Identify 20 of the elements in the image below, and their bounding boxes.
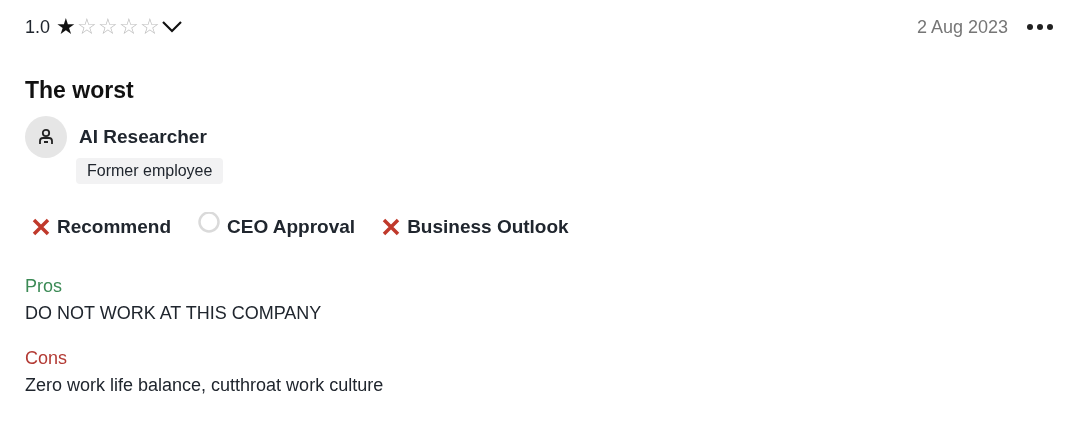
rating-label: Business Outlook xyxy=(407,216,569,238)
cons-text: Zero work life balance, cutthroat work culture xyxy=(25,375,385,396)
rating-label: Recommend xyxy=(57,216,172,238)
star-icon: ☆ xyxy=(98,16,120,38)
avatar-icon xyxy=(25,116,67,158)
star-icon: ★ xyxy=(56,16,78,38)
review-date: 2 Aug 2023 xyxy=(916,16,1008,38)
rating-label: CEO Approval xyxy=(227,216,356,238)
star-icon: ☆ xyxy=(119,16,141,38)
star-icon: ☆ xyxy=(140,16,162,38)
chevron-down-icon[interactable] xyxy=(161,20,184,34)
author-role: AI Researcher xyxy=(79,126,207,148)
star-icon: ☆ xyxy=(77,16,99,38)
pros-heading: Pros xyxy=(25,276,63,297)
rating-value: 1.0 xyxy=(25,16,51,38)
cons-heading: Cons xyxy=(25,348,69,369)
review-title: The worst xyxy=(25,77,135,104)
more-icon[interactable] xyxy=(1026,23,1054,31)
employee-status-tag: Former employee xyxy=(76,158,224,184)
pros-text: DO NOT WORK AT THIS COMPANY xyxy=(25,303,323,324)
